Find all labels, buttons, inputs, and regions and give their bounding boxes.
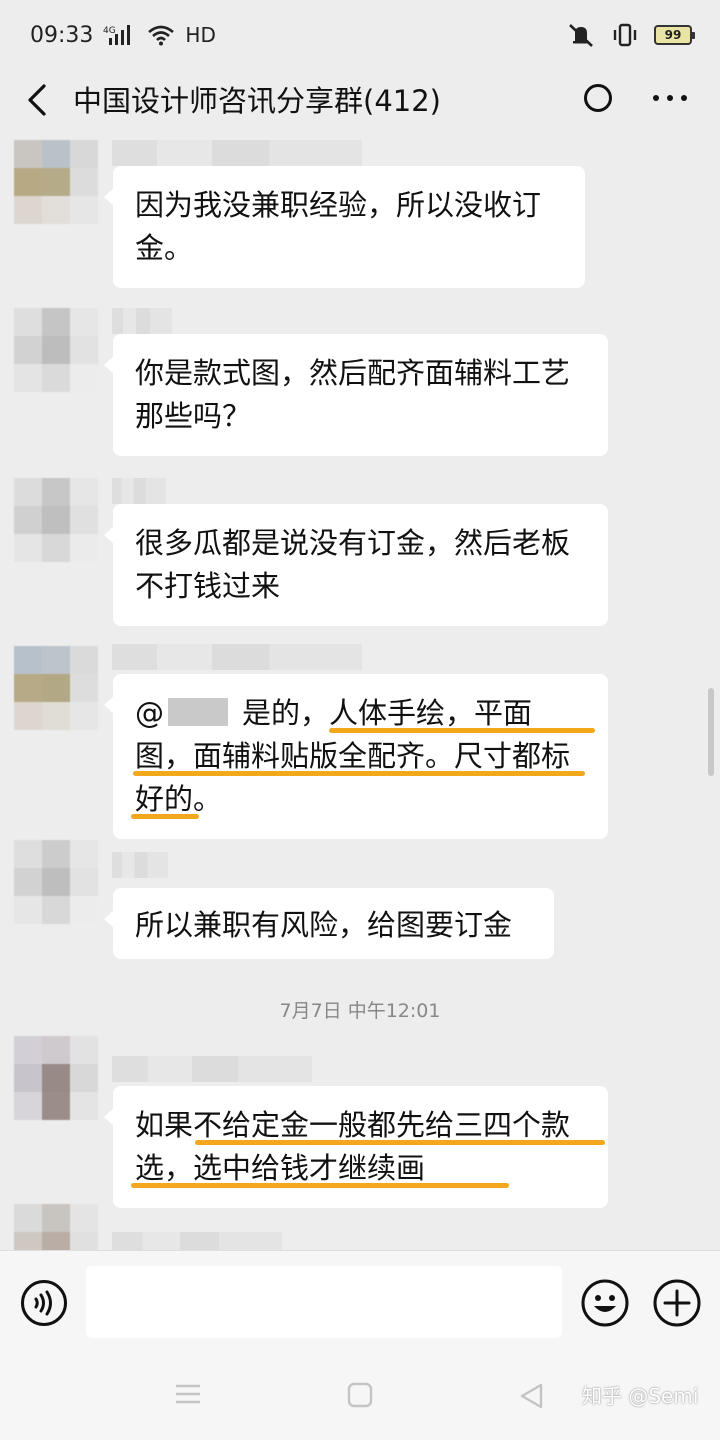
input-bar [0,1250,720,1354]
chat-header: 中国设计师咨讯分享群(412) [0,70,720,128]
message-text: 所以兼职有风险，给图要订金 [135,908,513,942]
message-bubble[interactable]: 所以兼职有风险，给图要订金 [104,888,554,959]
emoji-icon[interactable] [580,1278,630,1328]
highlight-underline [133,771,585,776]
sender-name-redacted [112,1056,312,1082]
message-bubble[interactable]: @ 是的，人体手绘，平面图，面辅料贴版全配齐。尺寸都标好的。 [104,674,608,839]
message-text: 因为我没兼职经验，所以没收订金。 [135,188,542,265]
sender-name-redacted [112,1232,282,1250]
status-left: 09:33 4G HD [30,23,216,48]
timestamp: 7月7日 中午12:01 [279,1000,441,1022]
avatar[interactable] [14,478,98,562]
more-options-icon[interactable] [650,84,690,112]
status-right: 99 [566,22,695,48]
refresh-circle-icon[interactable] [582,82,614,114]
status-bar: 09:33 4G HD 99 [0,0,720,70]
highlight-underline [329,728,595,733]
status-time: 09:33 [30,22,94,48]
avatar[interactable] [14,1036,98,1120]
message-list[interactable]: 因为我没兼职经验，所以没收订金。 你是款式图，然后配齐面辅料工艺那些吗？ 很多瓜… [0,128,720,1250]
sender-name-redacted [112,478,166,504]
avatar[interactable] [14,140,98,224]
highlighted-message: @ 是的，人体手绘，平面图，面辅料贴版全配齐。尺寸都标好的。 [131,692,595,821]
avatar[interactable] [14,840,98,924]
message-bubble[interactable]: 你是款式图，然后配齐面辅料工艺那些吗？ [104,334,608,456]
wifi-icon [148,25,175,46]
cellular-signal-icon: 4G [103,25,131,45]
highlight-underline [195,1140,605,1145]
message-input[interactable] [86,1266,562,1338]
voice-input-icon[interactable] [20,1279,68,1327]
menu-icon[interactable] [174,1382,202,1406]
message-text: 很多瓜都是说没有订金，然后老板不打钱过来 [135,526,571,603]
mention-redacted [168,698,228,726]
back-triangle-icon[interactable] [518,1382,544,1410]
network-type-label: 4G [103,26,116,36]
mention-at: @ [135,696,164,730]
add-attachment-icon[interactable] [652,1278,702,1328]
avatar[interactable] [14,646,98,730]
sender-name-redacted [112,852,168,878]
home-icon[interactable] [347,1382,373,1408]
chat-title: 中国设计师咨讯分享群(412) [73,84,441,118]
hd-indicator: HD [185,23,216,47]
message-bubble[interactable]: 如果不给定金一般都先给三四个款选，选中给钱才继续画 [104,1086,608,1208]
system-navigation-bar: 知乎 @Semi [0,1354,720,1440]
mute-bell-icon [569,24,593,47]
vibrate-icon [613,23,637,47]
battery-icon: 99 [654,25,695,45]
scrollbar[interactable] [708,688,714,776]
message-text: 你是款式图，然后配齐面辅料工艺那些吗？ [135,356,571,433]
sender-name-redacted [112,308,172,334]
watermark: 知乎 @Semi [582,1384,699,1408]
message-bubble[interactable]: 因为我没兼职经验，所以没收订金。 [104,166,585,288]
highlight-underline [131,814,199,819]
highlighted-message: 如果不给定金一般都先给三四个款选，选中给钱才继续画 [131,1104,605,1190]
message-bubble[interactable]: 很多瓜都是说没有订金，然后老板不打钱过来 [104,504,608,626]
avatar[interactable] [14,1204,98,1250]
highlight-underline [131,1183,509,1188]
message-text: 如果不给定金一般都先给三四个款选，选中给钱才继续画 [135,1108,571,1185]
sender-name-redacted [112,140,362,166]
sender-name-redacted [112,644,362,670]
back-arrow-icon[interactable] [20,80,56,120]
avatar[interactable] [14,308,98,392]
